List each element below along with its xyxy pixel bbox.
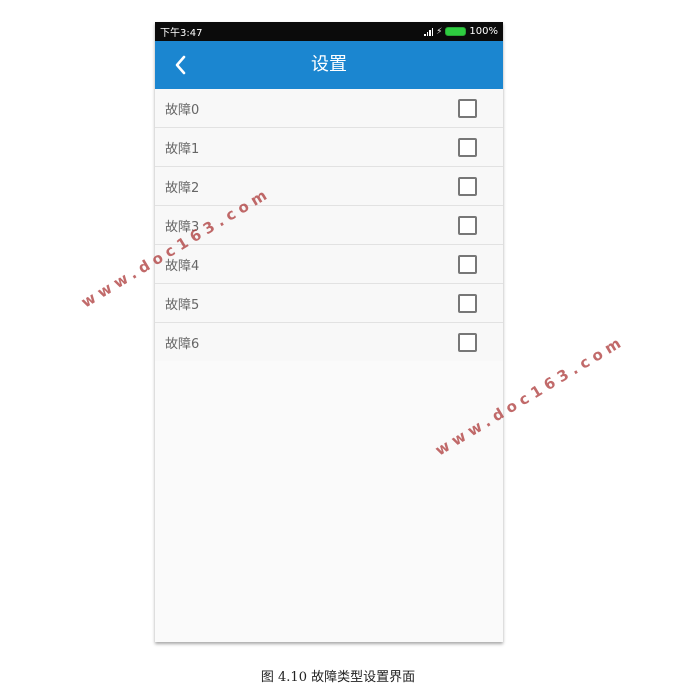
status-time: 下午3:47 (160, 28, 203, 39)
battery-percent: 100% (469, 26, 498, 37)
fault-checkbox[interactable] (458, 137, 477, 157)
list-item[interactable]: 故障5 (155, 284, 503, 323)
list-item-label: 故障5 (165, 297, 200, 313)
fault-checkbox[interactable] (458, 293, 477, 313)
figure-caption: 图 4.10 故障类型设置界面 (260, 670, 416, 685)
app-bar: 设置 (155, 41, 503, 89)
fault-checkbox[interactable] (458, 332, 477, 352)
phone-screen: 下午3:47 ⚡ 100% 设置 故障0 故障1 故障2 故障3 故障4 故障5… (155, 22, 503, 642)
status-indicators: ⚡ 100% (424, 26, 498, 37)
charging-icon: ⚡ (436, 26, 443, 37)
fault-checkbox[interactable] (458, 215, 477, 235)
list-item[interactable]: 故障2 (155, 167, 503, 206)
signal-icon (424, 27, 434, 36)
fault-checkbox[interactable] (458, 254, 477, 274)
list-item-label: 故障0 (165, 102, 200, 118)
list-item[interactable]: 故障6 (155, 323, 503, 361)
list-item[interactable]: 故障4 (155, 245, 503, 284)
battery-icon (445, 27, 467, 36)
status-bar: 下午3:47 ⚡ 100% (155, 22, 503, 41)
list-item-label: 故障1 (165, 141, 200, 157)
list-item-label: 故障6 (165, 336, 200, 352)
fault-checkbox[interactable] (458, 98, 477, 118)
page-title: 设置 (311, 54, 347, 75)
list-item[interactable]: 故障1 (155, 128, 503, 167)
list-item[interactable]: 故障0 (155, 89, 503, 128)
fault-checkbox[interactable] (458, 176, 477, 196)
list-item-label: 故障2 (165, 180, 200, 196)
